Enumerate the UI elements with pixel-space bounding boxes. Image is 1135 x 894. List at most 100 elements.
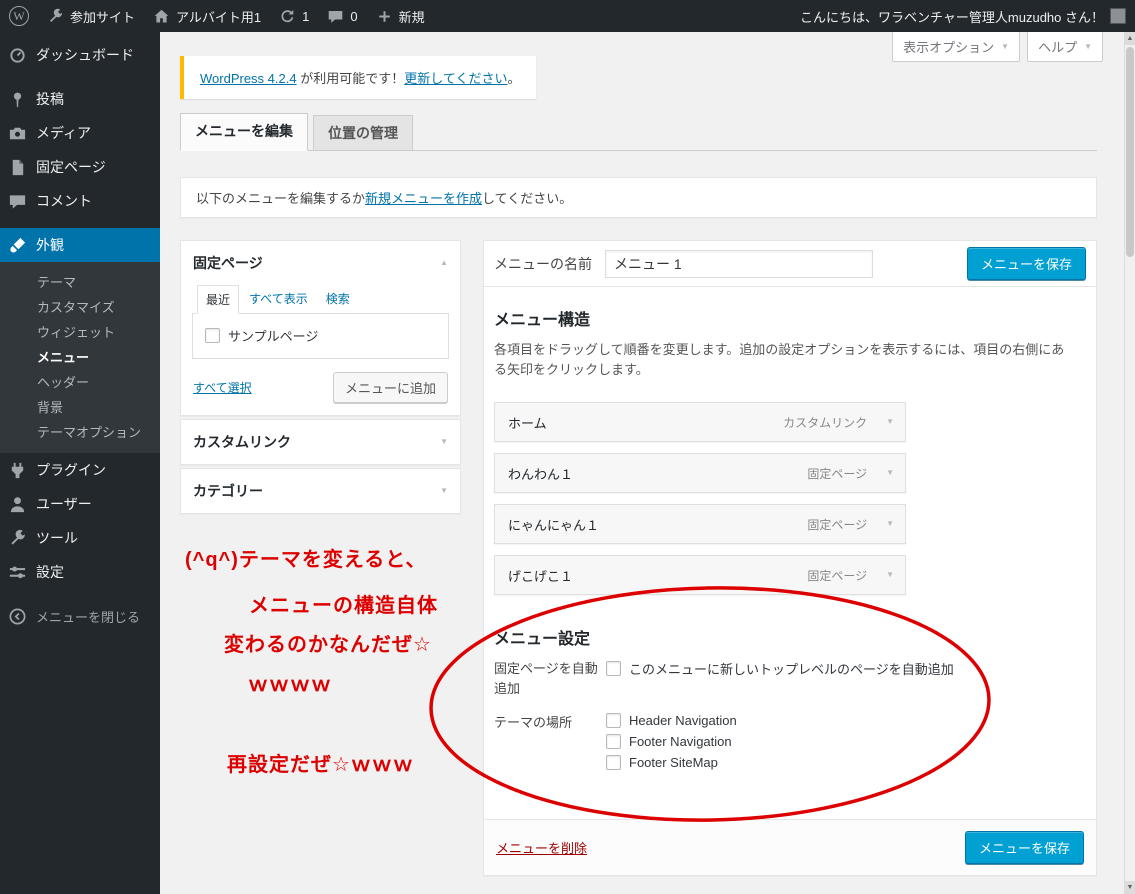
submenu-item-theme-options[interactable]: テーマオプション bbox=[0, 419, 160, 444]
update-now-link[interactable]: 更新してください bbox=[404, 71, 507, 86]
scrollbar-thumb[interactable] bbox=[1126, 47, 1134, 257]
location-footer-sitemap-checkbox[interactable] bbox=[606, 755, 621, 771]
avatar bbox=[1110, 8, 1126, 24]
tools-wrench-icon bbox=[8, 529, 27, 548]
tab-manage-locations[interactable]: 位置の管理 bbox=[313, 115, 413, 150]
save-menu-button-bottom[interactable]: メニューを保存 bbox=[964, 831, 1084, 865]
tab-edit-menus[interactable]: メニューを編集 bbox=[180, 113, 308, 151]
sidebar-item-plugins[interactable]: プラグイン bbox=[0, 453, 160, 487]
posts-icon bbox=[8, 90, 27, 109]
delete-menu-link[interactable]: メニューを削除 bbox=[496, 838, 587, 857]
tab-search[interactable]: 検索 bbox=[318, 285, 358, 314]
tab-view-all[interactable]: すべて表示 bbox=[241, 285, 316, 314]
home-icon bbox=[153, 8, 170, 25]
submenu-item-menus[interactable]: メニュー bbox=[0, 344, 160, 369]
sidebar-item-posts[interactable]: 投稿 bbox=[0, 82, 160, 116]
wrench-icon bbox=[47, 8, 64, 25]
location-header-navigation-checkbox[interactable] bbox=[606, 713, 621, 729]
scrollbar[interactable]: ▲ ▼ bbox=[1124, 32, 1135, 894]
menu-item-home[interactable]: ホーム カスタムリンク ▼ bbox=[494, 402, 906, 443]
add-to-menu-button[interactable]: メニューに追加 bbox=[332, 372, 448, 403]
pages-panel-title: 固定ページ bbox=[193, 255, 263, 271]
new-content-label: 新規 bbox=[398, 9, 425, 25]
new-content-link[interactable]: 新規 bbox=[367, 0, 434, 32]
tab-most-recent[interactable]: 最近 bbox=[197, 285, 240, 314]
menu-settings-heading: メニュー設定 bbox=[494, 631, 591, 649]
pages-panel-header[interactable]: 固定ページ ▲ bbox=[181, 241, 460, 285]
sidebar-item-users[interactable]: ユーザー bbox=[0, 487, 160, 521]
location-label: Header Navigation bbox=[629, 713, 737, 729]
menu-editor-footer: メニューを削除 メニューを保存 bbox=[484, 819, 1096, 876]
save-menu-button-top[interactable]: メニューを保存 bbox=[966, 247, 1086, 280]
account-menu[interactable]: こんにちは、ワラベンチャー管理人muzudho さん！ bbox=[791, 0, 1135, 32]
submenu-item-widgets[interactable]: ウィジェット bbox=[0, 319, 160, 344]
sidebar-item-media[interactable]: メディア bbox=[0, 116, 160, 150]
menu-name-input[interactable] bbox=[605, 249, 873, 278]
chevron-down-icon: ▼ bbox=[440, 486, 448, 495]
pages-panel-body: 最近 すべて表示 検索 サンプルページ すべて選択 メニューに追加 bbox=[181, 285, 460, 415]
sidebar-item-comments[interactable]: コメント bbox=[0, 184, 160, 218]
submenu-item-header[interactable]: ヘッダー bbox=[0, 369, 160, 394]
current-site-label: アルバイト用1 bbox=[176, 9, 262, 25]
sidebar-label: コメント bbox=[36, 193, 92, 209]
screen-options-button[interactable]: 表示オプション ▼ bbox=[892, 32, 1021, 62]
dashboard-icon bbox=[8, 46, 27, 65]
sample-page-checkbox[interactable] bbox=[205, 328, 220, 343]
plugins-plug-icon bbox=[8, 461, 27, 480]
media-camera-icon bbox=[8, 124, 27, 143]
location-footer-navigation-checkbox[interactable] bbox=[606, 734, 621, 750]
auto-add-checkbox-label: このメニューに新しいトップレベルのページを自動追加 bbox=[629, 662, 954, 678]
sidebar-collapse-button[interactable]: メニューを閉じる bbox=[0, 599, 160, 633]
sidebar-label: 外観 bbox=[36, 237, 64, 253]
chevron-down-icon[interactable]: ▼ bbox=[886, 418, 894, 426]
help-button[interactable]: ヘルプ ▼ bbox=[1027, 32, 1103, 62]
menu-screen-tabs: メニューを編集 位置の管理 bbox=[180, 113, 1097, 151]
submenu-item-background[interactable]: 背景 bbox=[0, 394, 160, 419]
comment-bubble-icon bbox=[327, 8, 344, 25]
wordpress-version-link[interactable]: WordPress 4.2.4 bbox=[200, 71, 297, 86]
chevron-down-icon[interactable]: ▼ bbox=[886, 469, 894, 477]
custom-links-panel-header[interactable]: カスタムリンク ▼ bbox=[181, 420, 460, 464]
updates-link[interactable]: 1 bbox=[270, 0, 318, 32]
sidebar-item-settings[interactable]: 設定 bbox=[0, 555, 160, 589]
chevron-down-icon[interactable]: ▼ bbox=[886, 571, 894, 579]
update-notice: WordPress 4.2.4 が利用可能です！更新してください。 bbox=[180, 56, 537, 99]
wordpress-logo-icon: W bbox=[9, 6, 29, 26]
sidebar-separator bbox=[0, 589, 160, 599]
admin-bar-spacer bbox=[434, 0, 791, 32]
categories-panel: カテゴリー ▼ bbox=[180, 468, 461, 514]
scroll-up-arrow[interactable]: ▲ bbox=[1125, 32, 1135, 45]
menu-item-type: 固定ページ bbox=[807, 517, 868, 532]
submenu-label: メニュー bbox=[37, 350, 90, 365]
comments-link[interactable]: 0 bbox=[318, 0, 366, 32]
sidebar-item-tools[interactable]: ツール bbox=[0, 521, 160, 555]
sidebar-label: メニューを閉じる bbox=[36, 609, 141, 625]
sidebar-item-appearance[interactable]: 外観 bbox=[0, 228, 160, 262]
main-content: 表示オプション ▼ ヘルプ ▼ WordPress 4.2.4 が利用可能です！… bbox=[160, 32, 1135, 894]
pages-checklist: サンプルページ bbox=[192, 313, 449, 359]
select-all-link[interactable]: すべて選択 bbox=[193, 379, 252, 396]
sidebar-item-dashboard[interactable]: ダッシュボード bbox=[0, 38, 160, 72]
chevron-down-icon[interactable]: ▼ bbox=[886, 520, 894, 528]
sidebar-separator bbox=[0, 218, 160, 228]
menu-item-wanwan[interactable]: わんわん１ 固定ページ ▼ bbox=[494, 453, 906, 494]
sidebar-label: ユーザー bbox=[36, 496, 92, 512]
location-label: Footer Navigation bbox=[629, 734, 732, 750]
create-new-menu-link[interactable]: 新規メニューを作成 bbox=[365, 191, 482, 206]
my-sites-link[interactable]: 参加サイト bbox=[38, 0, 144, 32]
wordpress-logo-menu[interactable]: W bbox=[0, 0, 38, 32]
auto-add-checkbox[interactable] bbox=[606, 661, 621, 677]
help-label: ヘルプ bbox=[1038, 40, 1078, 55]
submenu-item-customize[interactable]: カスタマイズ bbox=[0, 294, 160, 319]
menu-item-nyannyan[interactable]: にゃんにゃん１ 固定ページ ▼ bbox=[494, 504, 906, 545]
categories-panel-header[interactable]: カテゴリー ▼ bbox=[181, 469, 460, 513]
current-site-link[interactable]: アルバイト用1 bbox=[144, 0, 270, 32]
sidebar-item-pages[interactable]: 固定ページ bbox=[0, 150, 160, 184]
sidebar-label: ダッシュボード bbox=[36, 47, 134, 63]
update-notice-text: が利用可能です！ bbox=[296, 71, 405, 86]
scroll-down-arrow[interactable]: ▼ bbox=[1125, 881, 1135, 894]
submenu-item-themes[interactable]: テーマ bbox=[0, 269, 160, 294]
theme-locations-row: テーマの場所 Header Navigation Footer Navigati… bbox=[494, 713, 1086, 771]
menu-item-gekogeko[interactable]: げこげこ１ 固定ページ ▼ bbox=[494, 555, 906, 596]
screen-options-label: 表示オプション bbox=[903, 40, 995, 55]
